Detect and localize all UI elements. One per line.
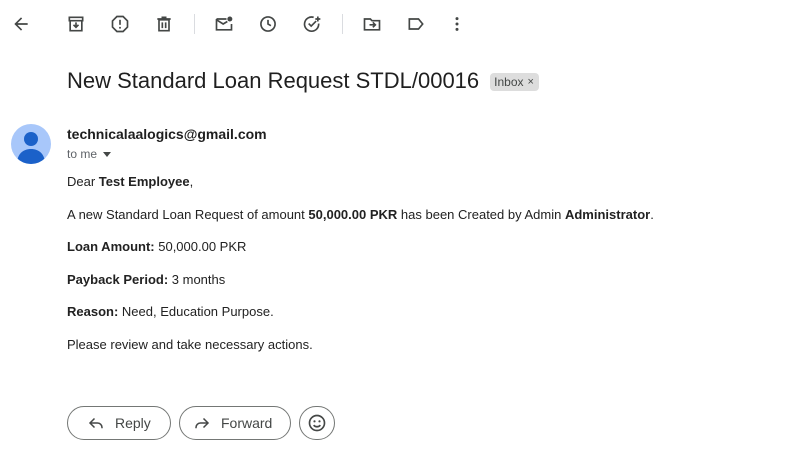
add-task-icon [303, 16, 321, 32]
sender-avatar[interactable] [11, 124, 51, 164]
intro-line: A new Standard Loan Request of amount 50… [67, 207, 654, 222]
payback-period-value: 3 months [168, 272, 226, 287]
back-button[interactable] [7, 10, 35, 38]
mark-unread-icon [215, 16, 233, 31]
more-options-button[interactable] [443, 10, 471, 38]
sender-email[interactable]: technicalaalogics@gmail.com [67, 126, 267, 142]
intro-amount: 50,000.00 PKR [308, 207, 398, 222]
toolbar-divider [194, 14, 195, 34]
intro-prefix: A new Standard Loan Request of amount [67, 207, 309, 222]
move-to-icon [363, 18, 381, 31]
back-arrow-icon [14, 17, 28, 31]
reply-button[interactable]: Reply [67, 406, 171, 440]
archive-button[interactable] [62, 10, 90, 38]
intro-middle: has been Created by Admin [397, 207, 565, 222]
greeting-prefix: Dear [67, 174, 99, 189]
forward-button[interactable]: Forward [179, 406, 291, 440]
snooze-button[interactable] [254, 10, 282, 38]
forward-icon [195, 417, 210, 429]
payback-period-line: Payback Period: 3 months [67, 272, 225, 287]
archive-icon [68, 16, 84, 32]
reply-label: Reply [115, 415, 151, 431]
intro-suffix: . [650, 207, 654, 222]
labels-button[interactable] [402, 10, 430, 38]
remove-label-icon[interactable]: × [528, 76, 534, 88]
payback-period-label: Payback Period: [67, 272, 169, 287]
label-icon [408, 18, 424, 30]
recipients-text: to me [67, 147, 98, 161]
add-task-button[interactable] [298, 10, 326, 38]
report-spam-button[interactable] [106, 10, 134, 38]
inbox-label-chip[interactable]: Inbox × [490, 73, 539, 91]
greeting-name: Test Employee [98, 174, 190, 189]
loan-amount-label: Loan Amount: [67, 239, 155, 254]
delete-icon [157, 16, 171, 32]
closing-line: Please review and take necessary actions… [67, 337, 313, 352]
delete-button[interactable] [150, 10, 178, 38]
emoji-icon [308, 414, 326, 432]
intro-admin: Administrator [564, 207, 651, 222]
email-subject: New Standard Loan Request STDL/00016 [67, 68, 480, 93]
more-vert-icon [455, 17, 459, 31]
chevron-down-icon [103, 151, 112, 157]
emoji-reaction-button[interactable] [299, 406, 335, 440]
reason-line: Reason: Need, Education Purpose. [67, 304, 274, 319]
snooze-icon [260, 16, 276, 32]
report-spam-icon [111, 15, 129, 33]
person-icon [17, 132, 45, 164]
reason-value: Need, Education Purpose. [118, 304, 274, 319]
reply-icon [88, 417, 103, 429]
forward-label: Forward [221, 415, 273, 431]
greeting-line: Dear Test Employee, [67, 174, 193, 189]
mark-unread-button[interactable] [210, 10, 238, 38]
greeting-suffix: , [189, 174, 194, 189]
toolbar-divider [342, 14, 343, 34]
move-to-button[interactable] [358, 10, 386, 38]
loan-amount-value: 50,000.00 PKR [154, 239, 247, 254]
message-toolbar [0, 0, 810, 48]
subject-row: New Standard Loan Request STDL/00016 Inb… [67, 68, 539, 94]
reason-label: Reason: [67, 304, 119, 319]
label-chip-text: Inbox [494, 75, 524, 89]
recipients-toggle[interactable]: to me [67, 147, 112, 161]
loan-amount-line: Loan Amount: 50,000.00 PKR [67, 239, 246, 254]
